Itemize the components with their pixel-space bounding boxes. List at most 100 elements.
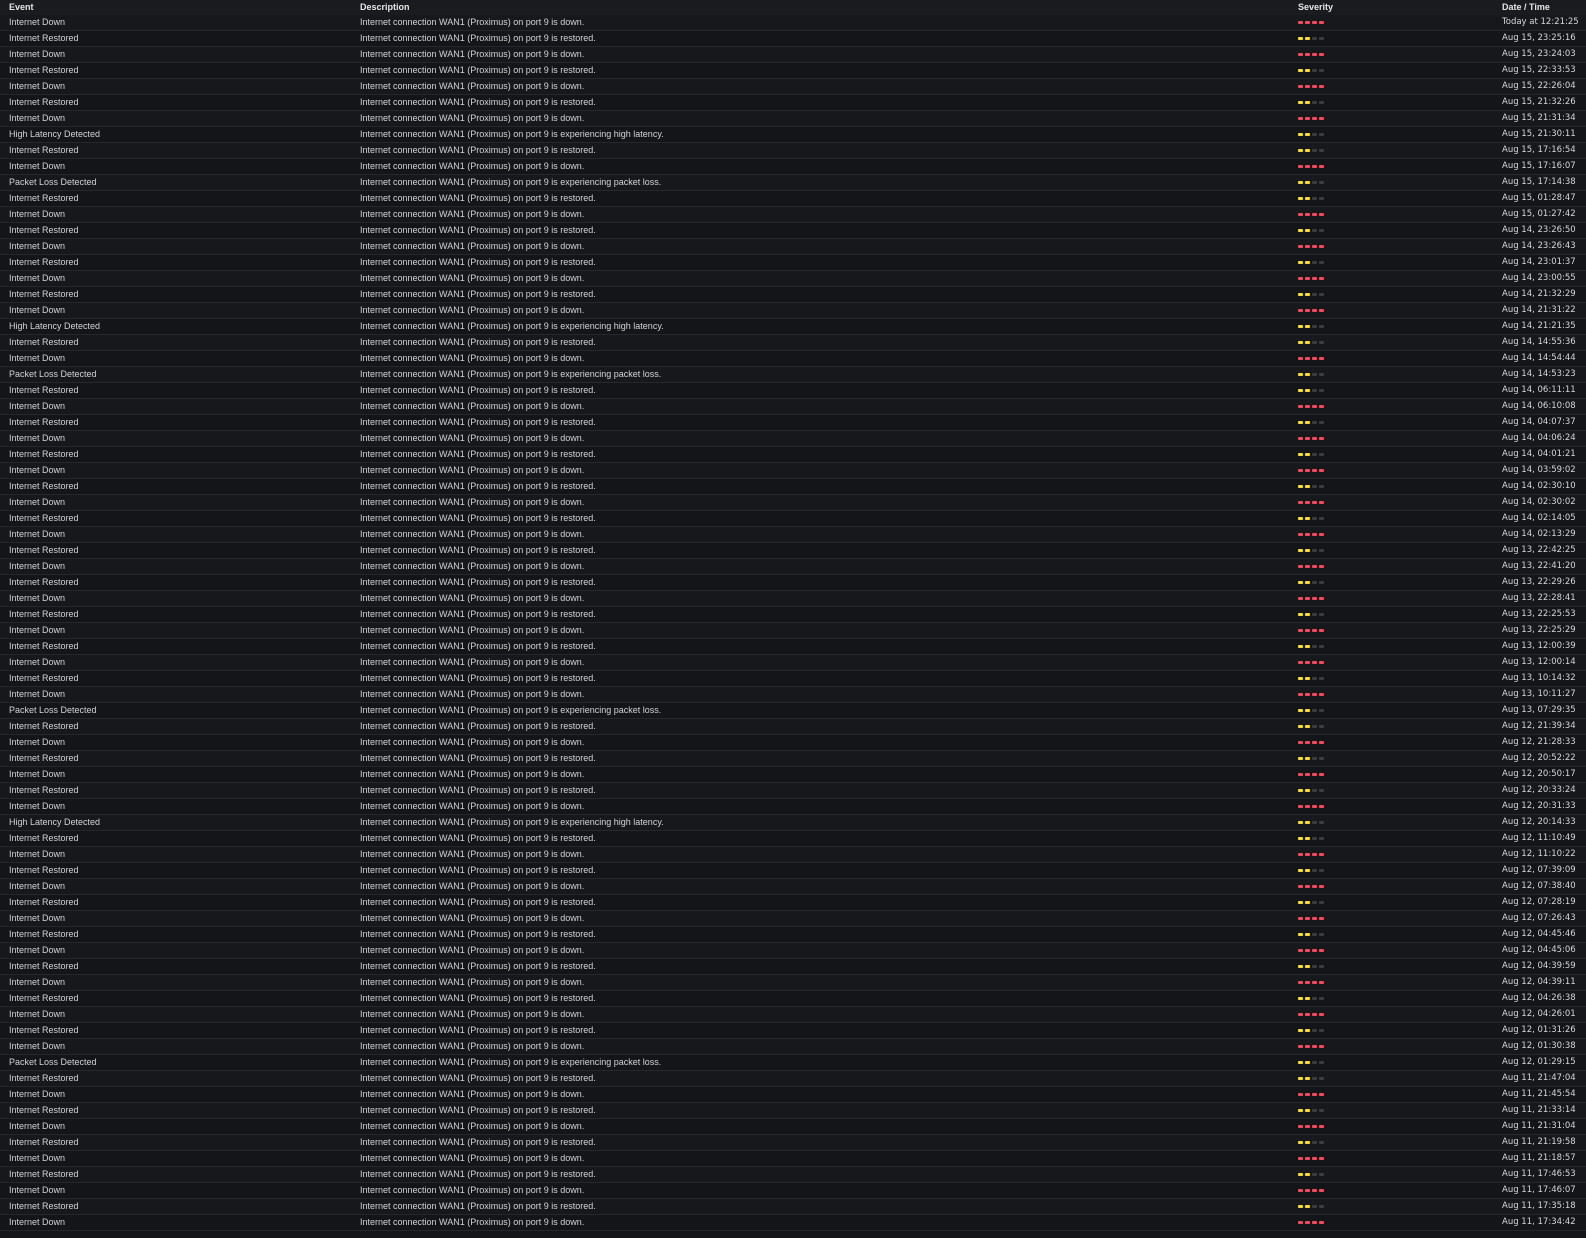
table-row[interactable]: Internet Down Internet connection WAN1 (P… <box>0 239 1586 255</box>
table-row[interactable]: Internet Down Internet connection WAN1 (P… <box>0 1039 1586 1055</box>
table-row[interactable]: Internet Restored Internet connection WAN… <box>0 383 1586 399</box>
table-row[interactable]: Internet Restored Internet connection WAN… <box>0 607 1586 623</box>
table-row[interactable]: Internet Down Internet connection WAN1 (P… <box>0 79 1586 95</box>
table-row[interactable]: Packet Loss Detected Internet connection … <box>0 703 1586 719</box>
table-row[interactable]: High Latency Detected Internet connection… <box>0 815 1586 831</box>
table-row[interactable]: Packet Loss Detected Internet connection … <box>0 175 1586 191</box>
table-row[interactable]: Internet Down Internet connection WAN1 (P… <box>0 799 1586 815</box>
table-row[interactable]: Internet Down Internet connection WAN1 (P… <box>0 271 1586 287</box>
table-row[interactable]: Internet Restored Internet connection WAN… <box>0 991 1586 1007</box>
table-row[interactable]: Internet Down Internet connection WAN1 (P… <box>0 15 1586 31</box>
table-row[interactable]: Internet Restored Internet connection WAN… <box>0 31 1586 47</box>
table-row[interactable]: High Latency Detected Internet connection… <box>0 127 1586 143</box>
severity-segment <box>1298 357 1303 360</box>
table-row[interactable]: Internet Restored Internet connection WAN… <box>0 1023 1586 1039</box>
table-row[interactable]: Internet Down Internet connection WAN1 (P… <box>0 847 1586 863</box>
table-row[interactable]: Internet Restored Internet connection WAN… <box>0 1135 1586 1151</box>
table-row[interactable]: Internet Down Internet connection WAN1 (P… <box>0 463 1586 479</box>
table-row[interactable]: Internet Down Internet connection WAN1 (P… <box>0 159 1586 175</box>
table-row[interactable]: Internet Restored Internet connection WAN… <box>0 1071 1586 1087</box>
table-row[interactable]: Internet Down Internet connection WAN1 (P… <box>0 975 1586 991</box>
table-row[interactable]: Packet Loss Detected Internet connection … <box>0 1055 1586 1071</box>
table-row[interactable]: Internet Down Internet connection WAN1 (P… <box>0 527 1586 543</box>
table-row[interactable]: Internet Down Internet connection WAN1 (P… <box>0 303 1586 319</box>
table-row[interactable]: Packet Loss Detected Internet connection … <box>0 367 1586 383</box>
table-row[interactable]: Internet Down Internet connection WAN1 (P… <box>0 735 1586 751</box>
table-row[interactable]: Internet Restored Internet connection WAN… <box>0 415 1586 431</box>
table-row[interactable]: Internet Restored Internet connection WAN… <box>0 895 1586 911</box>
table-row[interactable]: Internet Restored Internet connection WAN… <box>0 63 1586 79</box>
column-header-severity[interactable]: Severity <box>1298 0 1333 15</box>
table-row[interactable]: Internet Restored Internet connection WAN… <box>0 751 1586 767</box>
table-row[interactable]: Internet Restored Internet connection WAN… <box>0 783 1586 799</box>
column-header-datetime[interactable]: Date / Time <box>1502 0 1550 15</box>
table-row[interactable]: Internet Down Internet connection WAN1 (P… <box>0 1087 1586 1103</box>
severity-segment <box>1305 357 1310 360</box>
table-row[interactable]: Internet Down Internet connection WAN1 (P… <box>0 879 1586 895</box>
severity-bar-icon <box>1298 181 1324 184</box>
severity-segment <box>1319 517 1324 520</box>
description-cell: Internet connection WAN1 (Proximus) on p… <box>360 225 596 235</box>
severity-segment <box>1319 1029 1324 1032</box>
table-row[interactable]: Internet Down Internet connection WAN1 (P… <box>0 351 1586 367</box>
table-row[interactable]: Internet Restored Internet connection WAN… <box>0 143 1586 159</box>
table-row[interactable]: Internet Down Internet connection WAN1 (P… <box>0 1007 1586 1023</box>
severity-segment <box>1319 661 1324 664</box>
table-row[interactable]: Internet Down Internet connection WAN1 (P… <box>0 943 1586 959</box>
table-row[interactable]: Internet Down Internet connection WAN1 (P… <box>0 1151 1586 1167</box>
table-row[interactable]: Internet Down Internet connection WAN1 (P… <box>0 399 1586 415</box>
table-row[interactable]: Internet Down Internet connection WAN1 (P… <box>0 655 1586 671</box>
column-header-event[interactable]: Event <box>9 0 34 15</box>
severity-segment <box>1312 101 1317 104</box>
table-row[interactable]: Internet Restored Internet connection WAN… <box>0 639 1586 655</box>
table-row[interactable]: Internet Down Internet connection WAN1 (P… <box>0 495 1586 511</box>
table-row[interactable]: Internet Restored Internet connection WAN… <box>0 1199 1586 1215</box>
table-row[interactable]: Internet Down Internet connection WAN1 (P… <box>0 431 1586 447</box>
table-row[interactable]: Internet Down Internet connection WAN1 (P… <box>0 559 1586 575</box>
table-row[interactable]: Internet Restored Internet connection WAN… <box>0 287 1586 303</box>
table-row[interactable]: Internet Down Internet connection WAN1 (P… <box>0 767 1586 783</box>
table-row[interactable]: Internet Restored Internet connection WAN… <box>0 511 1586 527</box>
table-row[interactable]: Internet Restored Internet connection WAN… <box>0 575 1586 591</box>
table-row[interactable]: Internet Restored Internet connection WAN… <box>0 1167 1586 1183</box>
table-row[interactable]: Internet Down Internet connection WAN1 (P… <box>0 1215 1586 1231</box>
table-row[interactable]: Internet Restored Internet connection WAN… <box>0 543 1586 559</box>
table-row[interactable]: Internet Down Internet connection WAN1 (P… <box>0 1119 1586 1135</box>
severity-segment <box>1298 949 1303 952</box>
table-row[interactable]: Internet Restored Internet connection WAN… <box>0 447 1586 463</box>
table-row[interactable]: Internet Restored Internet connection WAN… <box>0 1103 1586 1119</box>
severity-bar-icon <box>1298 917 1324 920</box>
table-row[interactable]: Internet Down Internet connection WAN1 (P… <box>0 1183 1586 1199</box>
event-cell: Internet Down <box>9 465 66 475</box>
datetime-cell: Aug 11, 17:35:18 <box>1502 1201 1576 1211</box>
table-row[interactable]: Internet Restored Internet connection WAN… <box>0 959 1586 975</box>
table-row[interactable]: Internet Down Internet connection WAN1 (P… <box>0 111 1586 127</box>
table-row[interactable]: Internet Restored Internet connection WAN… <box>0 863 1586 879</box>
severity-segment <box>1319 597 1324 600</box>
severity-segment <box>1319 981 1324 984</box>
table-row[interactable]: Internet Down Internet connection WAN1 (P… <box>0 911 1586 927</box>
description-cell: Internet connection WAN1 (Proximus) on p… <box>360 705 662 715</box>
table-row[interactable]: Internet Down Internet connection WAN1 (P… <box>0 207 1586 223</box>
severity-segment <box>1305 53 1310 56</box>
table-row[interactable]: Internet Restored Internet connection WAN… <box>0 479 1586 495</box>
table-row[interactable]: Internet Restored Internet connection WAN… <box>0 191 1586 207</box>
table-row[interactable]: Internet Restored Internet connection WAN… <box>0 671 1586 687</box>
table-row[interactable]: Internet Down Internet connection WAN1 (P… <box>0 687 1586 703</box>
severity-segment <box>1298 741 1303 744</box>
table-row[interactable]: Internet Restored Internet connection WAN… <box>0 255 1586 271</box>
column-header-description[interactable]: Description <box>360 0 410 15</box>
table-row[interactable]: High Latency Detected Internet connection… <box>0 319 1586 335</box>
table-row[interactable]: Internet Restored Internet connection WAN… <box>0 335 1586 351</box>
table-row[interactable]: Internet Down Internet connection WAN1 (P… <box>0 47 1586 63</box>
description-cell: Internet connection WAN1 (Proximus) on p… <box>360 1057 662 1067</box>
severity-bar-icon <box>1298 261 1324 264</box>
table-row[interactable]: Internet Restored Internet connection WAN… <box>0 719 1586 735</box>
table-row[interactable]: Internet Restored Internet connection WAN… <box>0 927 1586 943</box>
table-row[interactable]: Internet Restored Internet connection WAN… <box>0 223 1586 239</box>
table-row[interactable]: Internet Restored Internet connection WAN… <box>0 95 1586 111</box>
table-row[interactable]: Internet Down Internet connection WAN1 (P… <box>0 623 1586 639</box>
table-row[interactable]: Internet Down Internet connection WAN1 (P… <box>0 591 1586 607</box>
table-row[interactable]: Internet Restored Internet connection WAN… <box>0 831 1586 847</box>
severity-segment <box>1305 693 1310 696</box>
